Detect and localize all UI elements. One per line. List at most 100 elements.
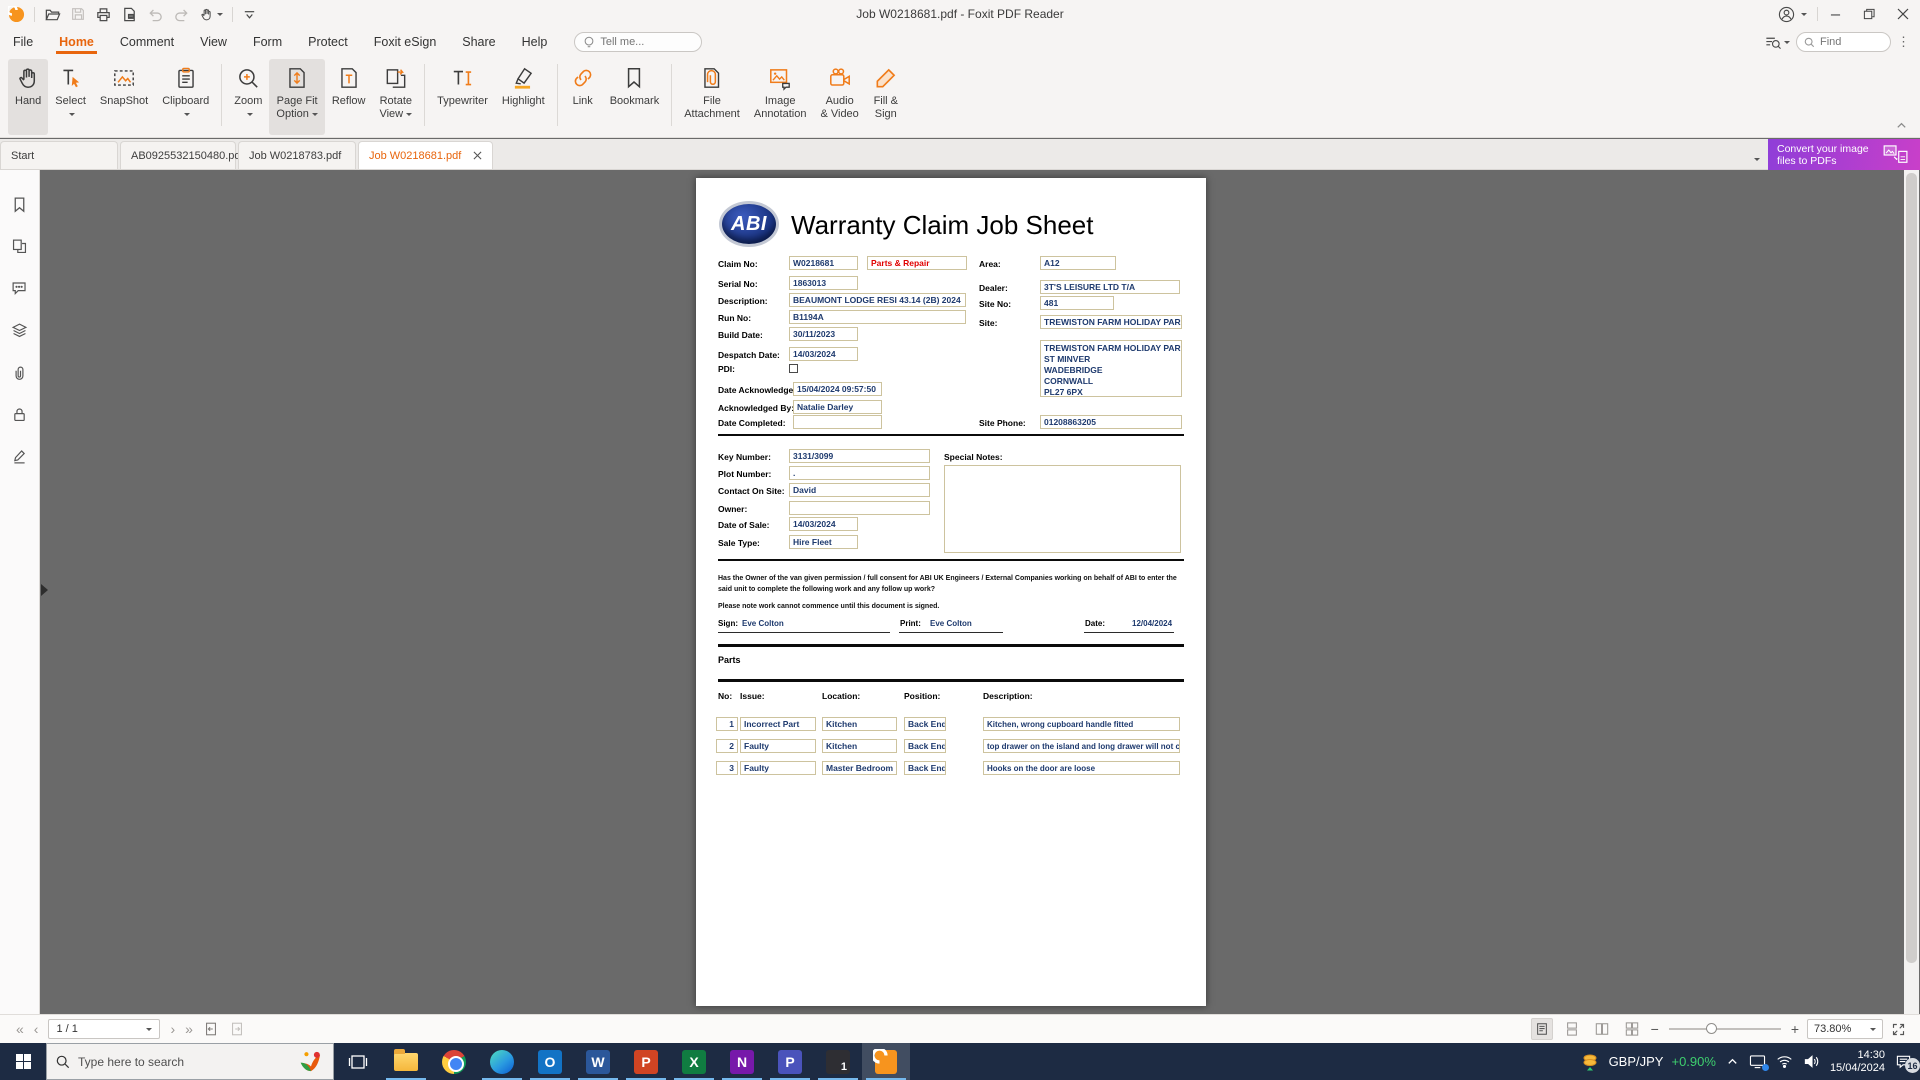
- claim-no-field[interactable]: W0218681: [789, 256, 858, 270]
- save-button[interactable]: [70, 6, 86, 22]
- continuous-view-button[interactable]: [1561, 1018, 1583, 1040]
- image-annotation-button[interactable]: Image Annotation: [747, 59, 814, 135]
- typewriter-button[interactable]: Typewriter: [430, 59, 495, 135]
- parts-row-position[interactable]: Back End: [904, 761, 946, 775]
- volume-icon[interactable]: [1803, 1054, 1820, 1069]
- print-page-button[interactable]: [121, 6, 138, 23]
- taskbar-edge[interactable]: [478, 1043, 526, 1080]
- pdf-page[interactable]: ABI Warranty Claim Job Sheet Claim No: W…: [696, 178, 1206, 1006]
- taskbar-clock[interactable]: 14:30 15/04/2024: [1830, 1049, 1885, 1075]
- parts-row-position[interactable]: Back End: [904, 739, 946, 753]
- parts-row-issue[interactable]: Faulty: [740, 761, 816, 775]
- currency-ticker-widget[interactable]: GBP/JPY +0.90%: [1581, 1052, 1716, 1072]
- tab-job-w0218783[interactable]: Job W0218783.pdf: [238, 141, 356, 169]
- wireless-display-icon[interactable]: [1749, 1054, 1766, 1069]
- site-field[interactable]: TREWISTON FARM HOLIDAY PARK: [1040, 315, 1182, 329]
- facing-view-button[interactable]: [1591, 1018, 1613, 1040]
- vertical-scrollbar[interactable]: [1904, 170, 1919, 1014]
- open-file-button[interactable]: [44, 6, 61, 23]
- signature-panel-icon[interactable]: [11, 448, 28, 465]
- last-page-button[interactable]: »: [185, 1022, 193, 1036]
- menu-help[interactable]: Help: [509, 28, 561, 56]
- print-button[interactable]: [95, 6, 112, 23]
- select-button[interactable]: Select: [48, 59, 93, 135]
- taskbar-excel[interactable]: X: [670, 1043, 718, 1080]
- taskbar-file-explorer[interactable]: [382, 1043, 430, 1080]
- taskbar-search-box[interactable]: Type here to search: [46, 1043, 334, 1080]
- taskbar-chrome[interactable]: [430, 1043, 478, 1080]
- reflow-button[interactable]: Reflow: [325, 59, 373, 135]
- close-button[interactable]: [1886, 0, 1920, 28]
- menu-share[interactable]: Share: [449, 28, 508, 56]
- attachments-panel-icon[interactable]: [11, 364, 28, 381]
- scrollbar-thumb[interactable]: [1906, 173, 1917, 963]
- account-button[interactable]: [1778, 6, 1807, 23]
- tab-close-icon[interactable]: [473, 151, 482, 160]
- parts-row-location[interactable]: Kitchen: [822, 717, 897, 731]
- find-input[interactable]: [1820, 36, 1880, 48]
- print-value[interactable]: Eve Colton: [930, 619, 972, 628]
- file-attachment-button[interactable]: File Attachment: [677, 59, 747, 135]
- sign-value[interactable]: Eve Colton: [742, 619, 784, 628]
- acknowledged-by-field[interactable]: Natalie Darley: [793, 400, 882, 414]
- site-no-field[interactable]: 481: [1040, 296, 1114, 310]
- menu-comment[interactable]: Comment: [107, 28, 187, 56]
- dealer-field[interactable]: 3T'S LEISURE LTD T/A: [1040, 280, 1180, 294]
- pdi-checkbox[interactable]: [789, 364, 798, 373]
- search-highlight-image[interactable]: [298, 1047, 324, 1077]
- previous-page-button[interactable]: ‹: [34, 1022, 39, 1036]
- zoom-in-button[interactable]: +: [1791, 1022, 1799, 1036]
- taskbar-foxit-reader[interactable]: [862, 1043, 910, 1080]
- menu-file[interactable]: File: [0, 28, 46, 56]
- page-number-box[interactable]: 1 / 1: [48, 1019, 160, 1039]
- bookmark-button[interactable]: Bookmark: [603, 59, 667, 135]
- date-completed-field[interactable]: [793, 415, 882, 429]
- taskbar-word[interactable]: W: [574, 1043, 622, 1080]
- parts-row-issue[interactable]: Incorrect Part: [740, 717, 816, 731]
- site-address-field[interactable]: TREWISTON FARM HOLIDAY PARK ST MINVER WA…: [1040, 340, 1182, 397]
- redo-button[interactable]: [173, 6, 190, 23]
- next-view-button[interactable]: [229, 1021, 245, 1037]
- task-view-button[interactable]: [334, 1043, 382, 1080]
- zoom-level-box[interactable]: 73.80%: [1807, 1019, 1883, 1039]
- rotate-view-button[interactable]: Rotate View: [372, 59, 419, 135]
- page-fit-option-button[interactable]: Page Fit Option: [269, 59, 324, 135]
- plot-number-field[interactable]: .: [789, 466, 930, 480]
- key-number-field[interactable]: 3131/3099: [789, 449, 930, 463]
- page-thumbnails-icon[interactable]: [11, 238, 28, 255]
- serial-no-field[interactable]: 1863013: [789, 276, 858, 290]
- hand-tool-quick-button[interactable]: [199, 7, 223, 22]
- clipboard-button[interactable]: Clipboard: [155, 59, 216, 135]
- tab-start[interactable]: Start: [0, 141, 118, 169]
- parts-row-no[interactable]: 3: [716, 761, 738, 775]
- zoom-out-button[interactable]: −: [1651, 1022, 1659, 1036]
- menu-view[interactable]: View: [187, 28, 240, 56]
- owner-field[interactable]: [789, 501, 930, 515]
- sale-type-field[interactable]: Hire Fleet: [789, 535, 858, 549]
- fullscreen-button[interactable]: [1891, 1022, 1906, 1037]
- previous-view-button[interactable]: [203, 1021, 219, 1037]
- panel-expand-handle[interactable]: [41, 584, 54, 596]
- taskbar-onenote[interactable]: N: [718, 1043, 766, 1080]
- facing-continuous-view-button[interactable]: [1621, 1018, 1643, 1040]
- build-date-field[interactable]: 30/11/2023: [789, 327, 858, 341]
- date-value[interactable]: 12/04/2024: [1132, 619, 1172, 628]
- wifi-icon[interactable]: [1776, 1054, 1793, 1069]
- snapshot-button[interactable]: SnapShot: [93, 59, 155, 135]
- zoom-button[interactable]: Zoom: [227, 59, 269, 135]
- action-center-button[interactable]: 16: [1895, 1054, 1912, 1069]
- security-panel-icon[interactable]: [11, 406, 28, 423]
- hand-button[interactable]: Hand: [8, 59, 48, 135]
- minimize-button[interactable]: [1818, 0, 1852, 28]
- tell-me-search[interactable]: [574, 32, 702, 52]
- tab-list-dropdown[interactable]: [1751, 149, 1760, 167]
- parts-row-description[interactable]: Hooks on the door are loose: [983, 761, 1180, 775]
- site-phone-field[interactable]: 01208863205: [1040, 415, 1182, 429]
- restore-button[interactable]: [1852, 0, 1886, 28]
- menu-form[interactable]: Form: [240, 28, 295, 56]
- start-button[interactable]: [0, 1043, 46, 1080]
- first-page-button[interactable]: «: [16, 1022, 24, 1036]
- run-no-field[interactable]: B1194A: [789, 310, 966, 324]
- taskbar-powerpoint[interactable]: P: [622, 1043, 670, 1080]
- customize-toolbar-button[interactable]: [242, 7, 257, 22]
